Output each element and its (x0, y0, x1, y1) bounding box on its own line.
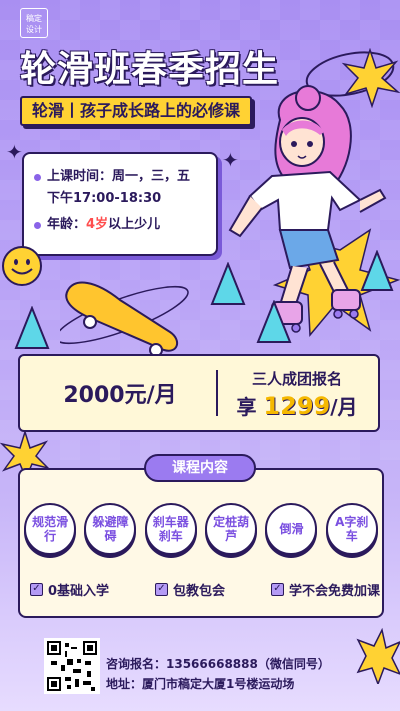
cone-icon (360, 250, 394, 291)
feature-label: 包教包会 (173, 584, 226, 599)
course-list: 规范滑行 躲避障碍 刹车器刹车 定桩葫芦 倒滑 A字刹车 (18, 503, 384, 555)
feature-item: ✓ 学不会免费加课 (270, 580, 380, 599)
contact-info: 咨询报名：13566668888（微信同号） 地址：厦门市稿定大厦1号楼运动场 (106, 654, 330, 694)
course-item: 躲避障碍 (84, 503, 137, 555)
cone-icon (14, 306, 50, 349)
skateboard-icon (60, 281, 189, 357)
feature-label: 0基础入学 (48, 584, 110, 599)
pricing-panel: 2000元/月 三人成团报名 享 1299/月 (18, 354, 380, 432)
course-item: 定桩葫芦 (205, 503, 258, 555)
schedule-time-label: 上课时间：周一，三，五 (47, 169, 191, 184)
course-item: 倒滑 (265, 503, 318, 555)
sparkle-icon: ✦ (6, 140, 23, 164)
smiley-icon (2, 246, 42, 286)
age-highlight: 4岁 (86, 217, 109, 232)
star-burst-icon (356, 628, 400, 684)
qr-code-icon (44, 638, 100, 694)
skater-girl-illustration (228, 85, 400, 337)
age-prefix: 年龄： (47, 217, 87, 232)
checkbox-icon: ✓ (30, 583, 43, 596)
cone-icon (210, 262, 246, 305)
feature-item: ✓ 包教包会 (155, 580, 225, 599)
group-offer-label: 三人成团报名 (251, 370, 342, 388)
schedule-time-value-row: 下午17:00-18:30 (34, 188, 206, 210)
brand-logo-line-2: 设计 (26, 25, 42, 34)
feature-item: ✓ 0基础入学 (30, 580, 109, 599)
group-offer: 三人成团报名 享 1299/月 (220, 362, 374, 424)
course-item: 规范滑行 (24, 503, 77, 555)
group-price-suffix: /月 (330, 395, 358, 419)
age-suffix: 以上少儿 (108, 217, 161, 232)
contact-address: 地址：厦门市稿定大厦1号楼运动场 (106, 677, 295, 691)
schedule-time-row: 上课时间：周一，三，五 (34, 166, 206, 188)
course-item: A字刹车 (325, 503, 378, 555)
cone-icon (256, 300, 292, 343)
age-row: 年龄： 4岁 以上少儿 (34, 214, 206, 236)
price-divider (216, 370, 218, 416)
monthly-price: 2000元/月 (63, 383, 177, 408)
subtitle-badge: 轮滑丨孩子成长路上的必修课 (20, 96, 253, 126)
feature-label: 学不会免费加课 (288, 584, 380, 599)
group-price-prefix: 享 (236, 395, 257, 419)
group-price-number: 1299 (263, 392, 331, 420)
course-item: 刹车器刹车 (144, 503, 197, 555)
brand-logo-line-1: 稿定 (26, 14, 42, 23)
feature-list: ✓ 0基础入学 ✓ 包教包会 ✓ 学不会免费加课 (30, 580, 380, 599)
checkbox-icon: ✓ (155, 583, 168, 596)
schedule-time-value: 下午17:00-18:30 (47, 191, 162, 206)
brand-logo: 稿定 设计 (20, 8, 48, 38)
course-section-title: 课程内容 (144, 454, 256, 482)
bullet-dot (34, 222, 41, 229)
schedule-card: 上课时间：周一，三，五 下午17:00-18:30 年龄： 4岁 以上少儿 (22, 152, 218, 256)
group-offer-price: 享 1299/月 (220, 391, 374, 420)
bullet-dot (34, 174, 41, 181)
contact-phone: 咨询报名：13566668888（微信同号） (106, 657, 330, 671)
checkbox-icon: ✓ (270, 583, 284, 596)
